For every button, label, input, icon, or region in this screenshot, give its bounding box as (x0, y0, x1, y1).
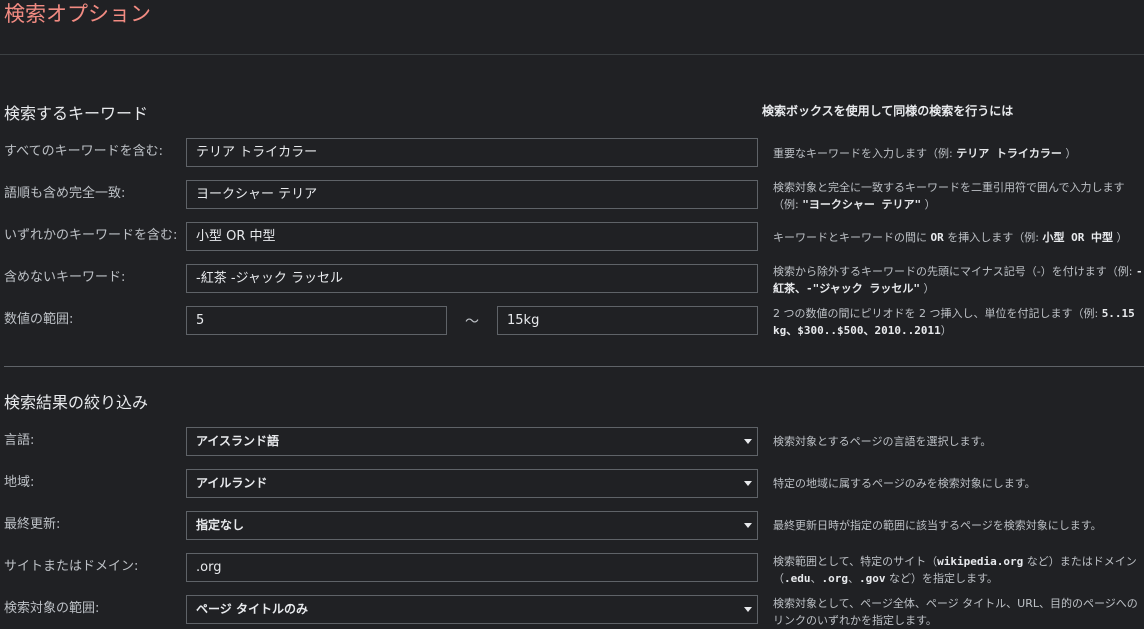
language-help: 検索対象とするページの言語を選択します。 (773, 435, 992, 448)
number-range-help: 2 つの数値の間にピリオドを 2 つ挿入し、単位を付記します（例: 5..15 … (773, 307, 1135, 337)
section-divider (4, 366, 1144, 367)
exclude-words-input[interactable]: -紅茶 -ジャック ラッセル (186, 264, 758, 293)
exclude-words-help: 検索から除外するキーワードの先頭にマイナス記号（-）を付けます（例: -紅茶、-… (773, 265, 1143, 295)
region-label: 地域: (4, 475, 35, 490)
chevron-down-icon (744, 607, 752, 612)
language-label: 言語: (4, 433, 35, 448)
page-title: 検索オプション (4, 2, 151, 26)
chevron-down-icon (744, 439, 752, 444)
number-range-label: 数値の範囲: (4, 312, 74, 327)
header-divider (0, 54, 1144, 55)
range-tilde: 〜 (465, 314, 479, 330)
all-words-help: 重要なキーワードを入力します（例: テリア トライカラー ） (773, 147, 1077, 160)
exclude-words-label: 含めないキーワード: (4, 270, 126, 285)
keywords-section-title: 検索するキーワード (4, 104, 149, 123)
chevron-down-icon (744, 481, 752, 486)
last-update-help: 最終更新日時が指定の範囲に該当するページを検索対象にします。 (773, 519, 1102, 532)
exact-phrase-help: 検索対象と完全に一致するキーワードを二重引用符で囲んで入力します（例: "ヨーク… (773, 181, 1125, 211)
last-update-select-value: 指定なし (196, 518, 245, 532)
site-domain-help: 検索範囲として、特定のサイト（wikipedia.org など）またはドメイン（… (773, 555, 1137, 585)
site-domain-label: サイトまたはドメイン: (4, 559, 139, 574)
chevron-down-icon (744, 523, 752, 528)
last-update-label: 最終更新: (4, 517, 61, 532)
language-select-value: アイスランド語 (196, 434, 280, 448)
search-scope-label: 検索対象の範囲: (4, 601, 100, 616)
search-scope-select-value: ページ タイトルのみ (196, 602, 308, 616)
search-scope-select[interactable]: ページ タイトルのみ (186, 595, 758, 624)
region-select[interactable]: アイルランド (186, 469, 758, 498)
range-to-input[interactable]: 15kg (497, 306, 758, 335)
site-domain-input[interactable]: .org (186, 553, 758, 582)
exact-phrase-input[interactable]: ヨークシャー テリア (186, 180, 758, 209)
any-words-label: いずれかのキーワードを含む: (4, 228, 178, 243)
search-box-tip-heading: 検索ボックスを使用して同様の検索を行うには (762, 104, 1014, 118)
all-words-label: すべてのキーワードを含む: (4, 144, 163, 159)
exact-phrase-label: 語順も含め完全一致: (4, 186, 126, 201)
region-select-value: アイルランド (196, 476, 268, 490)
narrow-section-title: 検索結果の絞り込み (4, 393, 149, 412)
all-words-input[interactable]: テリア トライカラー (186, 138, 758, 167)
range-from-input[interactable]: 5 (186, 306, 447, 335)
any-words-input[interactable]: 小型 OR 中型 (186, 222, 758, 251)
any-words-help: キーワードとキーワードの間に OR を挿入します（例: 小型 OR 中型 ） (773, 231, 1128, 244)
region-help: 特定の地域に属するページのみを検索対象にします。 (773, 477, 1036, 490)
language-select[interactable]: アイスランド語 (186, 427, 758, 456)
search-scope-help: 検索対象として、ページ全体、ページ タイトル、URL、目的のページへのリンクのい… (773, 597, 1138, 627)
last-update-select[interactable]: 指定なし (186, 511, 758, 540)
